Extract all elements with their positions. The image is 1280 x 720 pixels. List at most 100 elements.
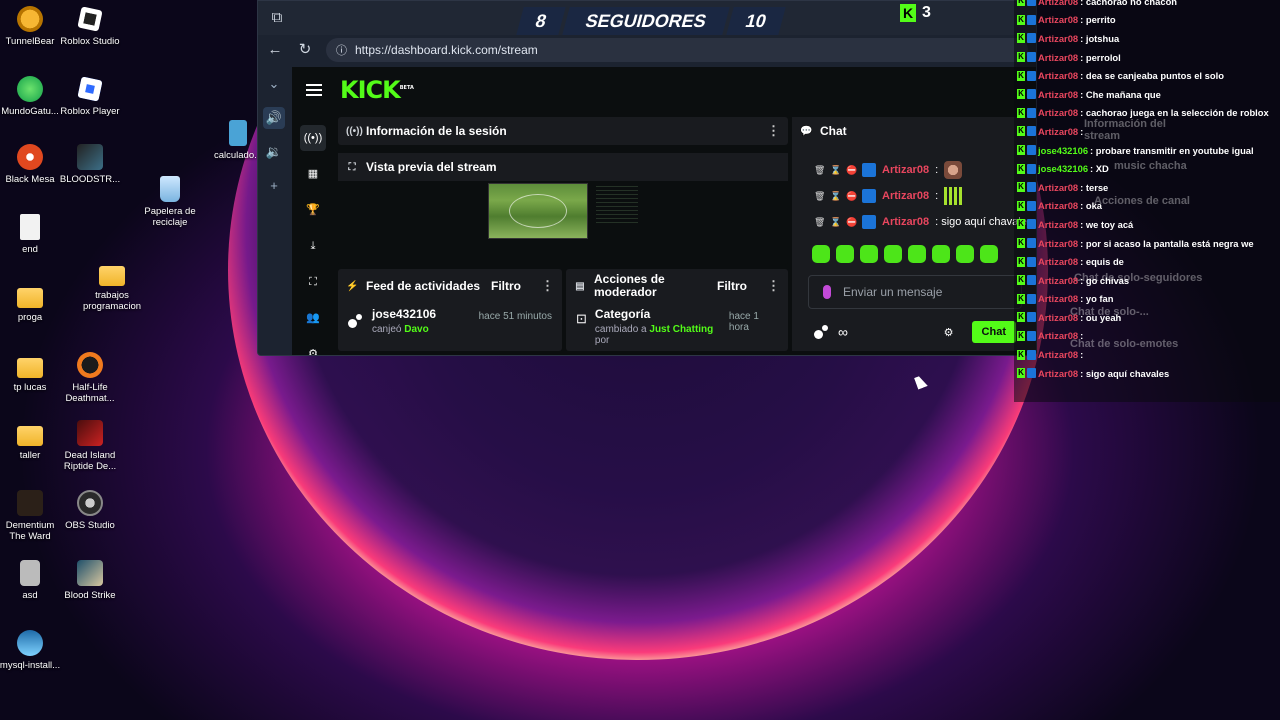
desktop-icon-bloodstrike[interactable]: BLOODSTR...: [58, 144, 122, 185]
address-bar[interactable]: ⓘ https://dashboard.kick.com/stream: [326, 38, 1028, 62]
settings-icon[interactable]: ⚙: [944, 326, 954, 339]
overlay-username: Artizar08: [1038, 237, 1079, 249]
delete-icon[interactable]: 🗑: [814, 165, 825, 176]
timeout-icon[interactable]: ⌛: [830, 191, 841, 202]
user-badge-icon: [1027, 0, 1036, 7]
emote-icon[interactable]: [812, 245, 830, 263]
desktop-icon-asd[interactable]: asd: [0, 560, 62, 601]
emote-icon[interactable]: [956, 245, 974, 263]
desktop-icon-proga[interactable]: proga: [0, 282, 62, 323]
panel-title: Feed de actividades: [366, 279, 481, 293]
desktop-icon-half-life[interactable]: Half-Life Deathmat...: [58, 352, 122, 405]
emote-icon[interactable]: [980, 245, 998, 263]
desktop-icon-taller[interactable]: taller: [0, 420, 62, 461]
emote-icon[interactable]: [884, 245, 902, 263]
workspaces-icon[interactable]: ⧉: [268, 9, 286, 27]
timeout-icon[interactable]: ⌛: [830, 165, 841, 176]
more-options-icon[interactable]: ⋮: [767, 123, 780, 139]
overlay-username: Artizar08: [1038, 0, 1079, 7]
mod-action-time: hace 1 hora: [728, 311, 759, 333]
desktop-icon-end[interactable]: end: [0, 214, 62, 255]
desktop-icon-tp-lucas[interactable]: tp lucas: [0, 352, 62, 393]
desktop-icon-roblox-player[interactable]: Roblox Player: [58, 76, 122, 117]
filter-button[interactable]: Filtro: [491, 279, 521, 293]
menu-icon[interactable]: [306, 84, 322, 96]
overlay-chat-line: K Artizar08: dea se canjeaba puntos el so…: [1014, 66, 1280, 85]
overlay-message-text: :: [1080, 330, 1084, 342]
desktop-icon-dead-island[interactable]: Dead Island Riptide De...: [58, 420, 122, 473]
broadcast-icon: ((•)): [346, 125, 363, 137]
feed-time: hace 51 minutos: [478, 311, 552, 322]
overlay-username: Artizar08: [1038, 181, 1079, 193]
desktop-icon-dementium[interactable]: Dementium The Ward: [0, 490, 62, 543]
user-badge-icon: [862, 189, 876, 203]
chat-username[interactable]: Artizar08: [882, 190, 929, 202]
more-options-icon[interactable]: ⋮: [541, 278, 554, 294]
timeout-icon[interactable]: ⌛: [830, 217, 841, 228]
emote-icon[interactable]: [932, 245, 950, 263]
kick-badge-icon: K: [1017, 52, 1025, 63]
desktop-icon-mysql[interactable]: mysql-install...: [0, 630, 62, 671]
kick-badge-icon: K: [1017, 33, 1025, 44]
kick-badge-icon: K: [1017, 0, 1025, 7]
analytics-icon[interactable]: ▦: [300, 161, 326, 187]
feed-username[interactable]: jose432106: [372, 307, 436, 321]
desktop-icon-obs[interactable]: OBS Studio: [58, 490, 122, 531]
speaker-icon[interactable]: 🔊: [263, 107, 285, 129]
community-icon[interactable]: 👥: [300, 305, 326, 331]
desktop-icon-tunnelbear[interactable]: TunnelBear: [0, 6, 62, 47]
ban-icon[interactable]: ⛔: [846, 165, 857, 176]
calculator-icon: [229, 120, 247, 146]
chat-username[interactable]: Artizar08: [882, 164, 929, 176]
kick-badge-icon: K: [1017, 89, 1025, 100]
overlay-chat-line: K Artizar08: we toy acá: [1014, 215, 1280, 234]
chat-message-input[interactable]: Enviar un mensaje: [808, 275, 1022, 309]
kick-logo[interactable]: KICKBETA: [340, 76, 414, 104]
microphone-icon[interactable]: [823, 285, 831, 299]
emote-icon[interactable]: [836, 245, 854, 263]
chat-username[interactable]: Artizar08: [882, 216, 929, 228]
desktop-icon-black-mesa[interactable]: Black Mesa: [0, 144, 62, 185]
speaker-icon[interactable]: 🔉: [263, 141, 285, 163]
desktop-icon-mundogatuno[interactable]: MundoGatu...: [0, 76, 62, 117]
panel-title: Vista previa del stream: [366, 160, 497, 174]
more-options-icon[interactable]: ⋮: [767, 278, 780, 294]
overlay-message-text: : ou yeah: [1080, 311, 1122, 323]
filter-button[interactable]: Filtro: [717, 279, 747, 293]
kick-dashboard: KICKBETA ((•)) ▦ 🏆 ⤓ ⛶ 👥 ⚙ ((•)) Informa…: [292, 67, 1036, 355]
back-arrow-icon[interactable]: ←: [266, 41, 284, 59]
chat-send-button[interactable]: Chat: [971, 321, 1016, 343]
emote-icon[interactable]: [860, 245, 878, 263]
ban-icon[interactable]: ⛔: [846, 217, 857, 228]
emote-icon[interactable]: [908, 245, 926, 263]
chat-message: 🗑 ⌛ ⛔ Artizar08 : sigo aquí chavales: [792, 209, 1036, 235]
panel-title: Información de la sesión: [366, 124, 507, 138]
ban-icon[interactable]: ⛔: [846, 191, 857, 202]
desktop-icon-blood-strike[interactable]: Blood Strike: [58, 560, 122, 601]
chevron-down-icon[interactable]: ⌄: [263, 73, 285, 95]
download-icon[interactable]: ⤓: [300, 233, 326, 259]
site-info-icon[interactable]: ⓘ: [336, 42, 347, 58]
trophy-icon[interactable]: 🏆: [300, 197, 326, 223]
delete-icon[interactable]: 🗑: [814, 217, 825, 228]
overlay-chat-line: Kjose432106: XD: [1014, 159, 1280, 178]
overlay-chat-line: K Artizar08:: [1014, 327, 1280, 346]
settings-icon[interactable]: ⚙: [300, 341, 326, 355]
overlay-message-text: : sigo aquí chavales: [1080, 367, 1170, 379]
overlay-chat-line: K Artizar08: cachorao juega en la selecci…: [1014, 104, 1280, 123]
delete-icon[interactable]: 🗑: [814, 191, 825, 202]
kick-badge-icon: K: [1017, 275, 1025, 286]
stream-preview-image[interactable]: [488, 183, 588, 239]
overlay-message-text: : oka: [1080, 200, 1103, 212]
plus-icon[interactable]: +: [263, 175, 285, 197]
reload-icon[interactable]: ↻: [296, 41, 314, 59]
desktop-icon-trabajos[interactable]: trabajos programacion: [78, 260, 146, 313]
kick-nav-rail: ((•)) ▦ 🏆 ⤓ ⛶ 👥 ⚙: [292, 119, 334, 355]
scan-icon[interactable]: ⛶: [300, 269, 326, 295]
desktop-icon-roblox-studio[interactable]: Roblox Studio: [58, 6, 122, 47]
desktop-icon-recycle-bin[interactable]: Papelera de reciclaje: [138, 176, 202, 229]
overlay-message-text: : perrito: [1080, 14, 1116, 26]
points-icon[interactable]: [814, 324, 830, 340]
folder-icon: [17, 288, 43, 308]
broadcast-icon[interactable]: ((•)): [300, 125, 326, 151]
